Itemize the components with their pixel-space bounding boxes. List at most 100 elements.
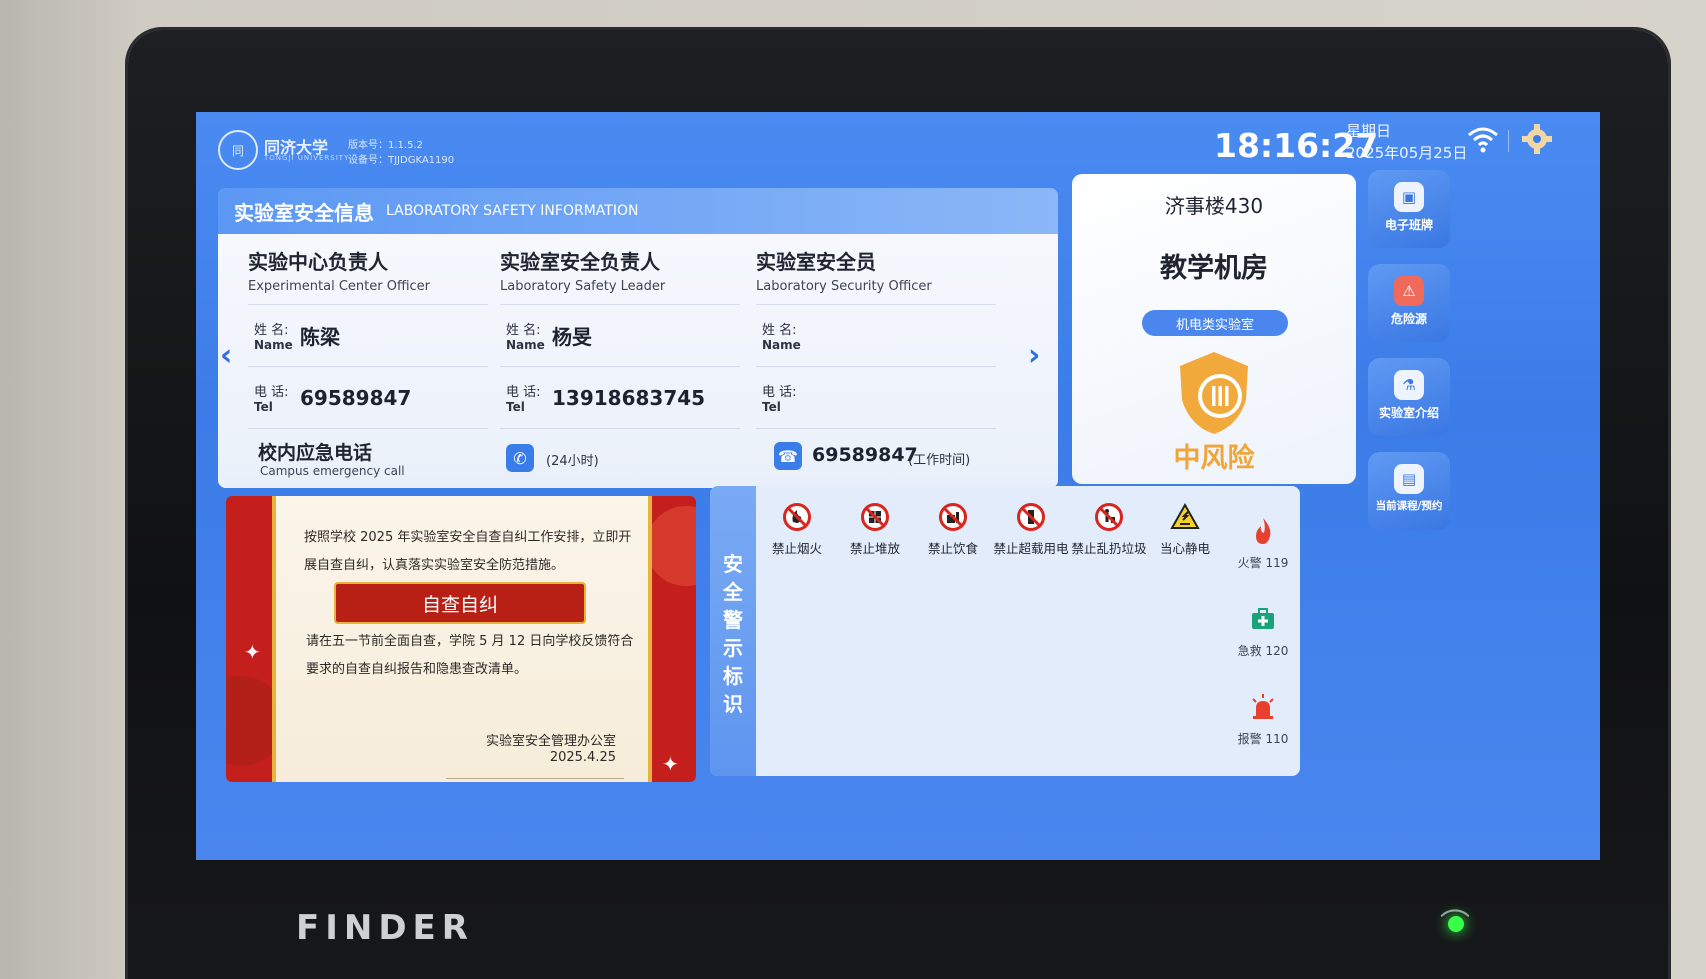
contacts-body: ‹ › 实验中心负责人 Experimental Center Officer … — [218, 234, 1058, 488]
nav-current-course-booking[interactable]: ▤ 当前课程/预约 — [1368, 452, 1450, 530]
hotline-label: 急救 120 — [1237, 644, 1289, 658]
nav-hazard-source[interactable]: ⚠ 危险源 — [1368, 264, 1450, 342]
version-number: 版本号：1.1.5.2 — [348, 140, 423, 151]
wifi-icon — [1468, 127, 1498, 153]
flask-icon: ⚗ — [1394, 370, 1424, 400]
nav-label: 当前课程/预约 — [1375, 500, 1443, 512]
police-hotline: 报警 110 — [1228, 692, 1298, 747]
hotline-label: 火警 119 — [1237, 556, 1289, 570]
contact-name: 陈梁 — [300, 325, 340, 349]
divider — [446, 778, 624, 779]
warning-icon: ⚠ — [1394, 276, 1424, 306]
contact-tel-row: 电 话: Tel — [756, 367, 996, 429]
nav-label: 电子班牌 — [1384, 218, 1433, 232]
contact-tel: 69589847 — [300, 385, 412, 410]
date: 2025年05月25日 — [1346, 144, 1468, 162]
signs-sidebar: 安全警示标识 — [710, 486, 756, 776]
name-label-en: Name — [762, 338, 801, 352]
sign-label: 禁止堆放 — [849, 541, 900, 556]
room-number: 济事楼430 — [1164, 194, 1264, 218]
name-label-en: Name — [254, 338, 293, 352]
sign-no-food: 禁止饮食 — [914, 502, 992, 557]
phone-icon: ✆ — [506, 444, 534, 472]
device-brand: FINDER — [296, 908, 474, 948]
contact-card-security-officer: 实验室安全员 Laboratory Security Officer 姓 名: N… — [756, 246, 996, 429]
decorative-circle — [646, 506, 696, 586]
sign-label: 当心静电 — [1159, 541, 1210, 556]
gear-icon[interactable] — [1520, 122, 1554, 156]
tel-label-cn: 电 话: — [762, 385, 797, 400]
lab-safety-title-en: LABORATORY SAFETY INFORMATION — [386, 203, 639, 219]
prev-arrow-icon[interactable]: ‹ — [220, 338, 232, 373]
calendar-icon: ▤ — [1394, 464, 1424, 494]
static-warning-icon — [1170, 502, 1200, 529]
contact-role-en: Laboratory Security Officer — [756, 279, 932, 294]
signs-title: 安全警示标识 — [723, 552, 743, 716]
device-id: 设备号：TJJDGKA1190 — [348, 155, 455, 166]
contact-name-row: 姓 名: Name 陈梁 — [248, 305, 488, 367]
no-overload-icon — [1017, 503, 1045, 531]
tel-label-cn: 电 话: — [254, 385, 289, 400]
room-card: 济事楼430 教学机房 机电类实验室 中风险 — [1072, 174, 1356, 484]
signature-org: 实验室安全管理办公室 — [486, 734, 617, 749]
notice-signature: 实验室安全管理办公室 2025.4.25 — [486, 734, 616, 766]
contact-role-en: Experimental Center Officer — [248, 279, 430, 294]
emergency-24h-note: (24小时) — [546, 454, 599, 469]
nav-lab-introduction[interactable]: ⚗ 实验室介绍 — [1368, 358, 1450, 436]
notice-paper: 按照学校 2025 年实验室安全自查自纠工作安排，立即开展自查自纠，认真落实实验… — [272, 496, 652, 782]
contact-role-en: Laboratory Safety Leader — [500, 279, 666, 294]
status-led — [1448, 916, 1464, 932]
fire-hotline: 火警 119 — [1228, 516, 1298, 571]
sign-label: 禁止饮食 — [927, 541, 978, 556]
safety-warning-signs-panel: 安全警示标识 禁止烟火 禁止堆放 禁止饮食 禁止超载用电 禁止乱扔垃圾 当心静电 — [710, 486, 1300, 776]
name-label: 姓 名: Name — [756, 319, 808, 352]
contact-role: 实验室安全负责人 — [500, 250, 660, 274]
lab-safety-info-panel: 实验室安全信息 LABORATORY SAFETY INFORMATION ‹ … — [218, 188, 1058, 488]
contact-name-row: 姓 名: Name — [756, 305, 996, 367]
topbar-divider — [1508, 130, 1509, 152]
sign-no-overload: 禁止超载用电 — [992, 502, 1070, 557]
nav-label: 危险源 — [1390, 312, 1427, 326]
contact-tel: 13918683745 — [552, 385, 706, 410]
name-label-cn: 姓 名: — [506, 323, 541, 338]
name-label-cn: 姓 名: — [254, 323, 289, 338]
first-aid-icon — [1252, 608, 1274, 629]
contact-name-row: 姓 名: Name 杨旻 — [500, 305, 740, 367]
lab-safety-info-header: 实验室安全信息 LABORATORY SAFETY INFORMATION — [218, 188, 1058, 234]
sign-static-warning: 当心静电 — [1146, 502, 1224, 557]
contact-tel-row: 电 话: Tel 69589847 — [248, 367, 488, 429]
no-stacking-icon — [861, 503, 889, 531]
telephone-icon: ☎ — [774, 442, 802, 470]
tel-label-en: Tel — [762, 400, 781, 414]
signature-date: 2025.4.25 — [549, 750, 617, 765]
fire-icon — [1256, 518, 1271, 544]
university-logo-icon: 同 — [218, 130, 258, 170]
hotline-label: 报警 110 — [1237, 732, 1289, 746]
sign-label: 禁止烟火 — [771, 541, 822, 556]
nav-electronic-class-board[interactable]: ▣ 电子班牌 — [1368, 170, 1450, 248]
contact-role: 实验中心负责人 — [248, 250, 388, 274]
alarm-icon — [1252, 694, 1274, 719]
screen-icon: ▣ — [1394, 182, 1424, 212]
medium-risk-shield-icon — [1180, 352, 1248, 434]
sign-label: 禁止乱扔垃圾 — [1071, 541, 1147, 556]
risk-level: 中风险 — [1173, 443, 1255, 474]
emergency-number: 69589847 — [812, 444, 918, 466]
contact-name: 杨旻 — [552, 325, 592, 349]
sparkle-icon: ✦ — [244, 640, 261, 664]
tel-label-en: Tel — [254, 400, 273, 414]
name-label-en: Name — [506, 338, 545, 352]
no-food-icon — [939, 503, 967, 531]
name-label: 姓 名: Name — [248, 319, 300, 352]
university-subtitle: TONGJI UNIVERSITY — [264, 154, 350, 162]
no-fire-icon — [783, 503, 811, 531]
notice-panel: ✦ 按照学校 2025 年实验室安全自查自纠工作安排，立即开展自查自纠，认真落实… — [226, 496, 696, 782]
room-category-badge: 机电类实验室 — [1142, 310, 1288, 336]
sign-no-litter: 禁止乱扔垃圾 — [1070, 502, 1148, 557]
sparkle-icon: ✦ — [662, 752, 679, 776]
kiosk-screen: 同 同济大学 TONGJI UNIVERSITY 版本号：1.1.5.2 设备号… — [196, 112, 1600, 860]
no-litter-icon — [1095, 503, 1123, 531]
next-arrow-icon[interactable]: › — [1028, 338, 1040, 373]
nav-label: 实验室介绍 — [1378, 406, 1439, 420]
self-inspection-button[interactable]: 自查自纠 — [334, 582, 586, 624]
